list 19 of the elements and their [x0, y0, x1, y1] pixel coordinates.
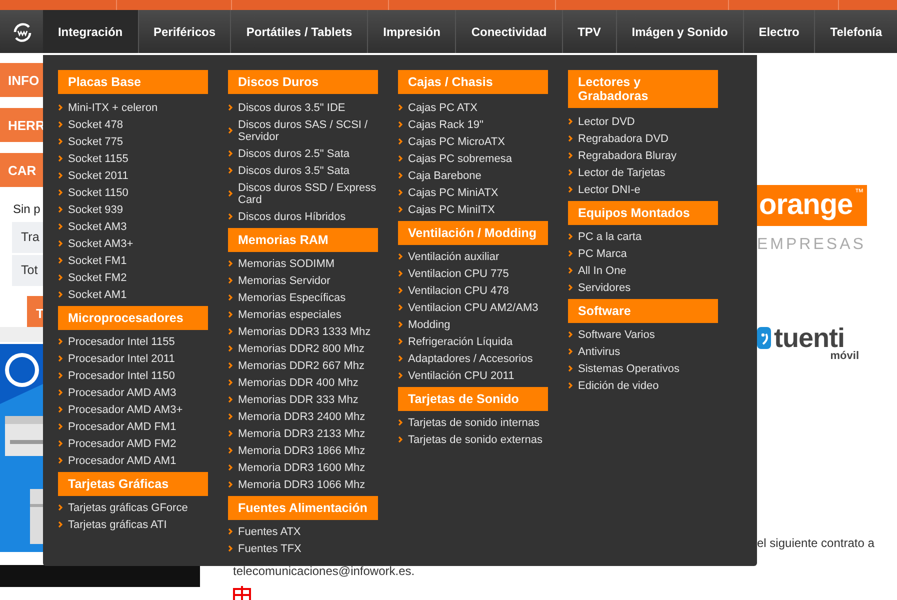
logo-subtitle: móvil — [830, 350, 859, 362]
nav-tab[interactable]: Conectividad — [455, 10, 562, 53]
nav-tab[interactable]: Imágen y Sonido — [616, 10, 743, 53]
nav-tab[interactable]: TPV — [562, 10, 616, 53]
email-text: telecomunicaciones@infowork.es. — [233, 564, 415, 578]
nav-tab[interactable]: Integración — [43, 10, 138, 53]
nav-tab[interactable]: Impresión — [367, 10, 456, 53]
nav-tab[interactable]: Telefonía — [814, 10, 897, 53]
nav-tab[interactable]: Portátiles / Tablets — [230, 10, 368, 53]
cart-row: Tra — [12, 222, 43, 253]
cart-status-text: Sin p — [12, 201, 40, 218]
cart-row: Tot — [12, 255, 43, 286]
nav-tab[interactable]: Electro — [742, 10, 814, 53]
nav-tab[interactable]: Periféricos — [138, 10, 230, 53]
speech-bubble-icon — [757, 327, 771, 349]
section-divider-band — [0, 327, 43, 342]
logo-subtitle: EMPRESAS — [757, 236, 866, 254]
body-text: el siguiente contrato a — [757, 536, 876, 550]
tuenti-logo[interactable]: tuenti — [774, 324, 844, 352]
